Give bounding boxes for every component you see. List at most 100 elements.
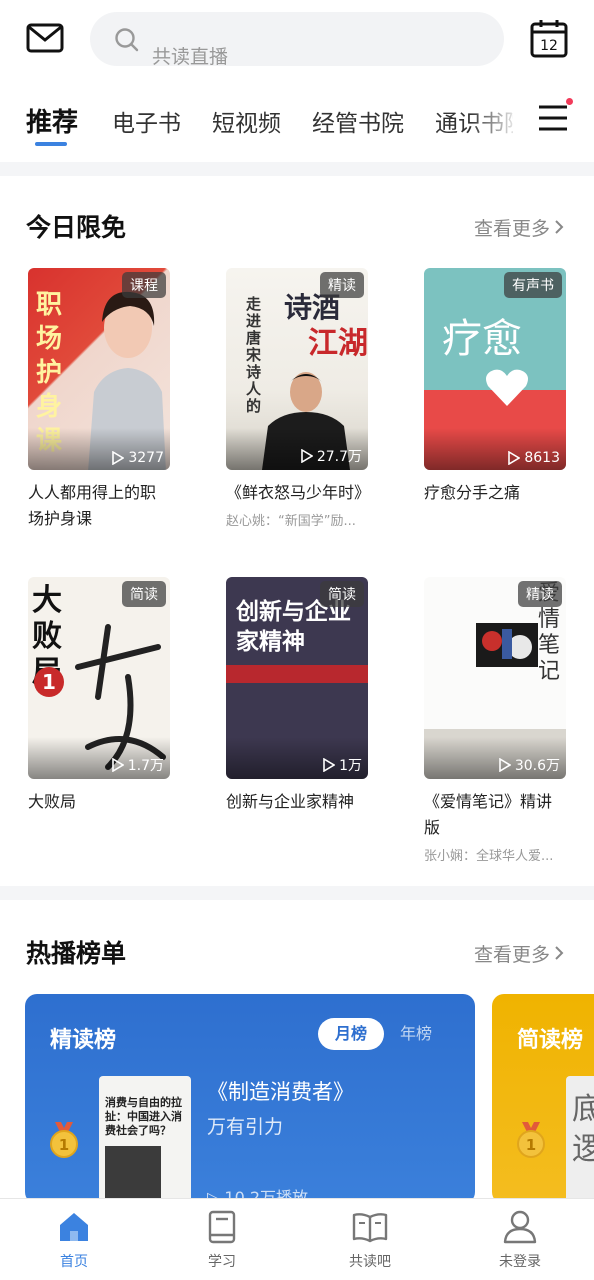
book-card[interactable]: 大败局 1 简读 1.7万 大败局 (28, 577, 170, 815)
home-icon (60, 1213, 88, 1241)
book-subtitle: 张小娴：全球华人爱... (424, 849, 554, 864)
search-bar[interactable]: 共读直播 (90, 12, 504, 68)
period-toggle: 月榜 年榜 (318, 1018, 444, 1050)
more-label: 查看更多 (473, 218, 550, 240)
heart-icon (486, 369, 528, 406)
nav-profile[interactable]: 未登录 (470, 1209, 570, 1271)
cover-text: 消费与自由的拉扯：中国进入消费社会了吗？ (105, 1096, 182, 1137)
free-today-more-link[interactable]: 查看更多 (474, 214, 564, 241)
play-count: 1.7万 (111, 755, 164, 775)
book-title: 大败局 (28, 792, 77, 811)
play-icon (508, 451, 521, 465)
tab-ebook[interactable]: 电子书 (112, 104, 181, 138)
rank-number: 1 (526, 1136, 536, 1154)
cover-text: 底逻 (572, 1092, 594, 1167)
play-count-value: 1万 (339, 758, 362, 774)
play-count: 8613 (508, 450, 560, 466)
section-divider (0, 886, 594, 900)
calendar-day: 12 (540, 38, 558, 54)
book-title: 疗愈分手之痛 (424, 483, 521, 502)
play-count-value: 3277 (128, 450, 164, 466)
book-title: 创新与企业家精神 (226, 792, 355, 811)
category-tabs: 推荐 电子书 短视频 经管书院 通识书院 (0, 96, 594, 156)
type-badge: 简读 (320, 581, 364, 607)
user-icon (503, 1210, 537, 1244)
book-card[interactable]: 爱情笔记 精读 30.6万 《爱情笔记》精讲版 张小娴：全球华人爱... (424, 577, 566, 864)
chevron-right-icon (555, 946, 564, 960)
tab-recommend[interactable]: 推荐 (26, 102, 78, 139)
type-badge: 课程 (122, 272, 166, 298)
play-icon (301, 449, 313, 463)
type-badge: 精读 (320, 272, 364, 298)
play-icon (323, 758, 336, 772)
search-icon (115, 28, 139, 52)
ranking-book-cover: 底逻 (566, 1076, 594, 1204)
section-divider (0, 162, 594, 176)
nav-study[interactable]: 学习 (172, 1209, 272, 1271)
ranking-label: 简读榜 (517, 1028, 584, 1053)
nav-label: 共读吧 (349, 1254, 391, 1270)
cover-art (476, 623, 538, 667)
ranking-book-cover: 消费与自由的拉扯：中国进入消费社会了吗？ (99, 1076, 191, 1204)
book-cover: 走进唐宋诗人的 诗酒 江湖 精读 27.7万 (226, 268, 368, 470)
search-placeholder: 共读直播 (152, 46, 229, 68)
book-subtitle: 赵心姚：“新国学”励... (226, 514, 356, 529)
medal-icon: 1 (517, 1122, 545, 1158)
book-cover: 大败局 1 简读 1.7万 (28, 577, 170, 779)
play-count-value: 27.7万 (316, 449, 362, 465)
nav-home[interactable]: 首页 (24, 1209, 124, 1271)
tab-fade (470, 96, 520, 146)
nav-label: 未登录 (499, 1254, 541, 1270)
menu-icon[interactable] (537, 102, 569, 134)
play-count: 1万 (323, 755, 362, 775)
more-label: 查看更多 (473, 944, 550, 966)
rank-number: 1 (59, 1136, 69, 1154)
type-badge: 有声书 (504, 272, 562, 298)
play-count-value: 30.6万 (514, 758, 560, 774)
play-icon (111, 758, 124, 772)
type-badge: 精读 (518, 581, 562, 607)
tab-short-video[interactable]: 短视频 (212, 104, 281, 138)
cover-text: 疗愈 (442, 316, 522, 362)
book-cover: 疗愈 有声书 8613 (424, 268, 566, 470)
play-count: 3277 (112, 450, 164, 466)
book-card[interactable]: 疗愈 有声书 8613 疗愈分手之痛 (424, 268, 566, 506)
bottom-nav: 首页 学习 共读吧 未登录 (0, 1198, 594, 1280)
play-icon (499, 758, 511, 772)
book-card[interactable]: 职场护身课 课程 3277 人人都用得上的职场护身课 (28, 268, 170, 532)
cover-text: 江湖 (308, 326, 368, 361)
play-icon (112, 451, 125, 465)
play-count-value: 8613 (524, 450, 560, 466)
ranking-book-title: 《制造消费者》 (207, 1080, 354, 1104)
book-icon (208, 1210, 236, 1244)
book-card[interactable]: 走进唐宋诗人的 诗酒 江湖 精读 27.7万 《鲜衣怒马少年时》 赵心姚：“新国… (226, 268, 371, 529)
book-card[interactable]: 创新与企业家精神 简读 1万 创新与企业家精神 (226, 577, 368, 815)
chevron-right-icon (555, 220, 564, 234)
type-badge: 简读 (122, 581, 166, 607)
nav-label: 学习 (208, 1254, 236, 1270)
tab-business-academy[interactable]: 经管书院 (312, 104, 404, 138)
hot-list-more-link[interactable]: 查看更多 (474, 940, 564, 967)
ranking-book-author: 万有引力 (207, 1116, 284, 1138)
toggle-yearly[interactable]: 年榜 (400, 1018, 432, 1050)
book-cover: 创新与企业家精神 简读 1万 (226, 577, 368, 779)
top-bar: 共读直播 12 (0, 0, 594, 80)
section-title-free-today: 今日限免 (26, 213, 127, 242)
notification-dot (566, 98, 573, 105)
ranking-card-intensive[interactable]: 精读榜 月榜 年榜 1 消费与自由的拉扯：中国进入消费社会了吗？ 《制造消费者》… (25, 994, 475, 1204)
mail-icon[interactable] (26, 22, 64, 54)
book-title: 《鲜衣怒马少年时》 (226, 483, 371, 502)
calendar-icon[interactable]: 12 (530, 18, 568, 58)
play-count-value: 1.7万 (127, 758, 164, 774)
book-title: 人人都用得上的职场护身课 (28, 483, 157, 528)
nav-co-reading[interactable]: 共读吧 (320, 1209, 420, 1271)
medal-icon: 1 (50, 1122, 78, 1158)
ranking-label: 精读榜 (50, 1028, 117, 1053)
ranking-card-brief[interactable]: 简读榜 1 底逻 (492, 994, 594, 1204)
nav-label: 首页 (60, 1254, 88, 1270)
play-count: 27.7万 (301, 446, 362, 466)
cover-band (105, 1146, 161, 1204)
open-book-icon (352, 1213, 388, 1243)
toggle-monthly[interactable]: 月榜 (318, 1018, 384, 1050)
cover-band (226, 665, 368, 683)
